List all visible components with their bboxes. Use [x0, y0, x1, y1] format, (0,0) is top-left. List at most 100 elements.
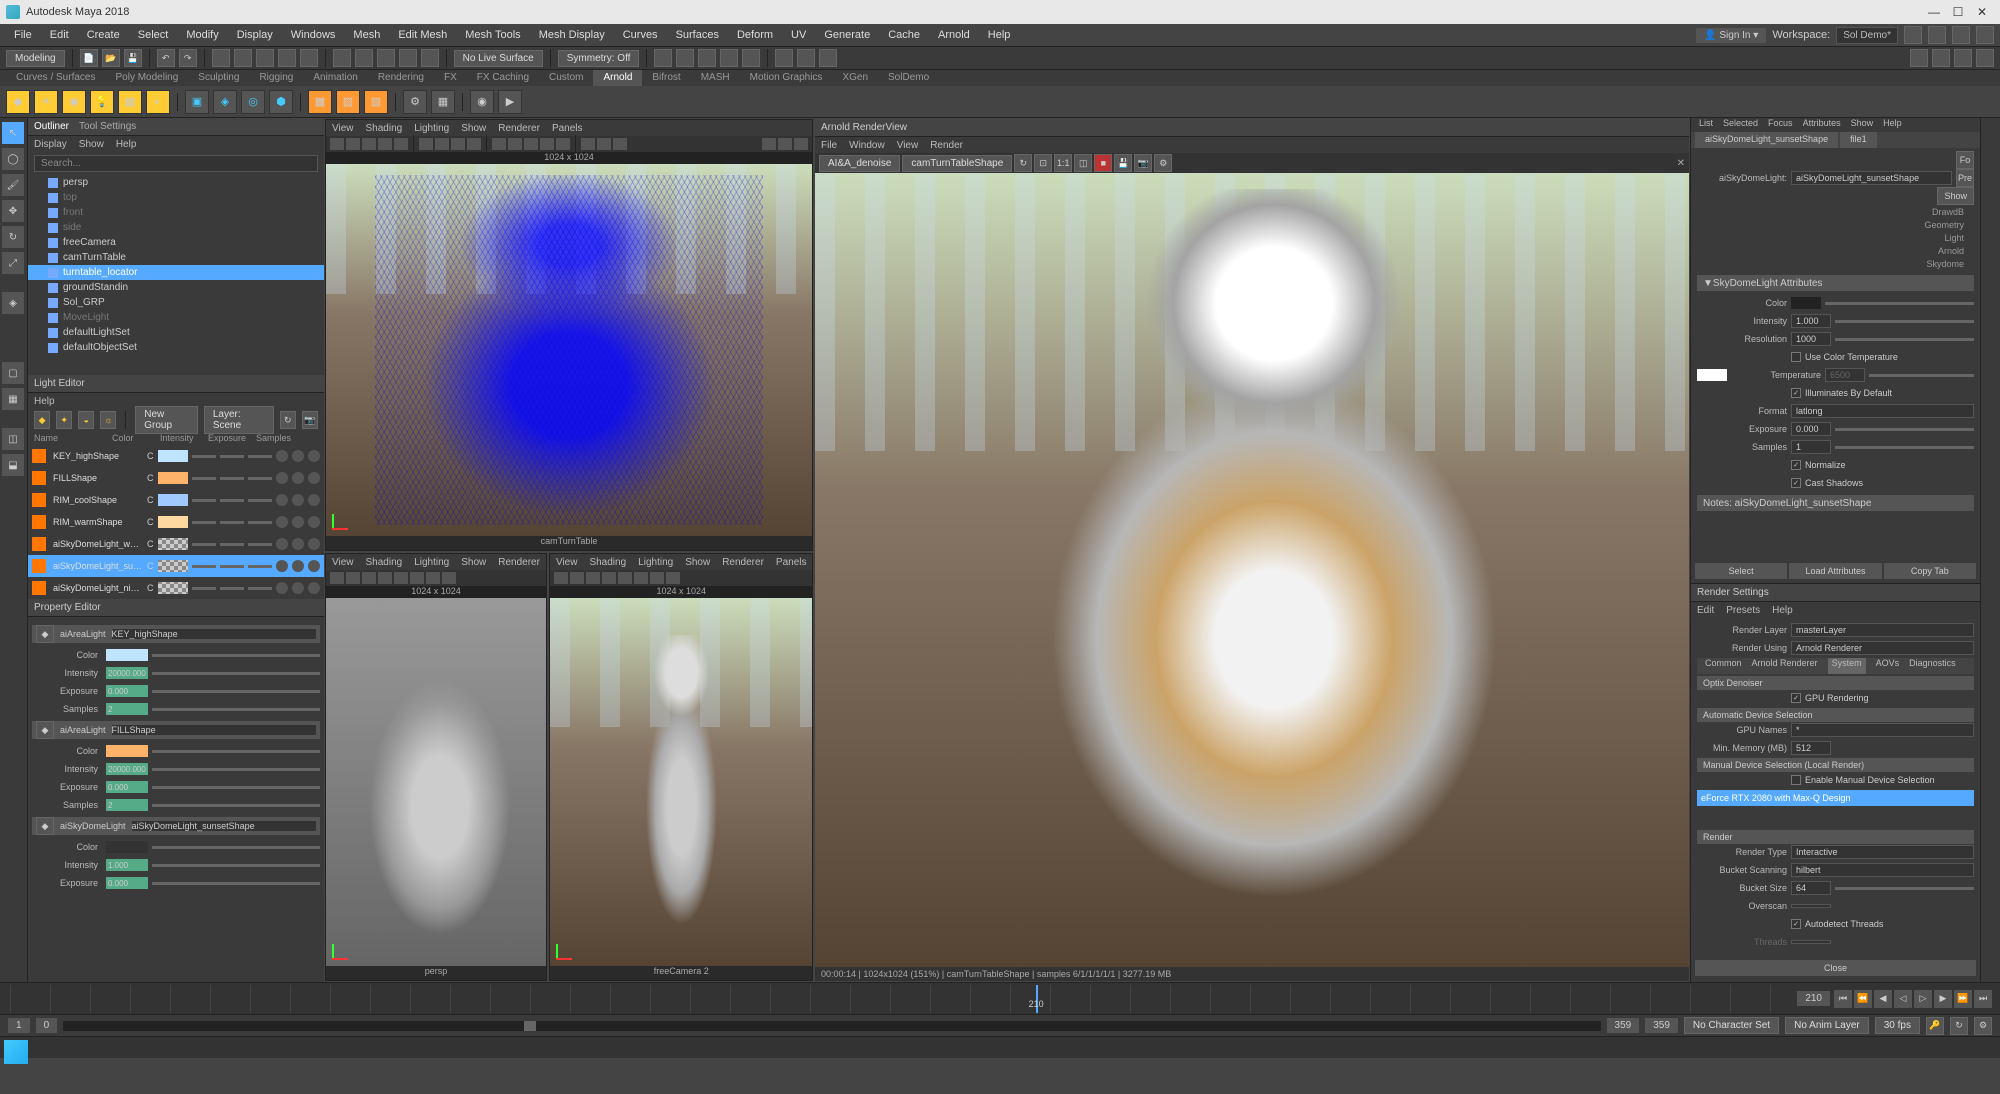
vp-menu-show[interactable]: Show [461, 123, 486, 134]
value-field[interactable]: 0.000 [106, 781, 148, 793]
rv-close-icon[interactable]: ✕ [1677, 158, 1685, 169]
value-field[interactable]: 20000.000 [106, 763, 148, 775]
vp-resolution-gate-icon[interactable] [451, 138, 465, 150]
scale-tool-icon[interactable]: ⤢ [2, 252, 24, 274]
slider-start-field[interactable]: 0 [36, 1018, 58, 1033]
rs-autodetect-threads-checkbox[interactable]: ✓ [1791, 919, 1801, 929]
ae-menu-focus[interactable]: Focus [1768, 118, 1793, 132]
new-spot-light-icon[interactable]: ◒ [78, 411, 94, 429]
outliner-item[interactable]: freeCamera [28, 235, 324, 250]
ae-focus-icon[interactable]: Fo [1956, 151, 1974, 169]
step-back-key-icon[interactable]: ⏪ [1854, 990, 1872, 1008]
rv-menu-view[interactable]: View [897, 140, 919, 151]
attr-checkbox[interactable]: ✓ [1791, 478, 1801, 488]
outliner-item[interactable]: front [28, 205, 324, 220]
rv-zoom-fit-icon[interactable]: ⊡ [1034, 154, 1052, 172]
time-ruler[interactable]: 210 [10, 985, 1779, 1013]
paint-select-tool-icon[interactable]: 🖌 [2, 174, 24, 196]
light-editor-row[interactable]: RIM_warmShapeC [28, 511, 324, 533]
shelf-tab-soldemo[interactable]: SolDemo [878, 70, 939, 86]
menu-surfaces[interactable]: Surfaces [668, 26, 727, 44]
last-tool-icon[interactable]: ◈ [2, 292, 24, 314]
vp-shaded-icon[interactable] [508, 138, 522, 150]
shelf-flush-caches-icon[interactable]: ⬢ [269, 90, 293, 114]
color-swatch[interactable] [106, 649, 148, 661]
outliner-menu-show[interactable]: Show [79, 139, 104, 150]
menu-meshdisplay[interactable]: Mesh Display [531, 26, 613, 44]
range-track[interactable] [63, 1021, 1600, 1031]
new-point-light-icon[interactable]: ✦ [56, 411, 72, 429]
layout-icon-1[interactable] [1904, 26, 1922, 44]
shelf-skydome-light-icon[interactable]: ☀ [34, 90, 58, 114]
render-view-canvas[interactable] [815, 173, 1689, 967]
menu-file[interactable]: File [6, 26, 40, 44]
vp-isolate-icon[interactable] [581, 138, 595, 150]
rv-camera-selector[interactable]: camTurnTableShape [902, 155, 1012, 172]
symmetry-selector[interactable]: Symmetry: Off [558, 50, 640, 67]
vp-menu-shading[interactable]: Shading [366, 123, 403, 134]
ae-show-button[interactable]: Show [1937, 187, 1974, 205]
value-field[interactable]: 20000.000 [106, 667, 148, 679]
light-editor-row[interactable]: KEY_highShapeC [28, 445, 324, 467]
rv-settings-icon[interactable]: ⚙ [1154, 154, 1172, 172]
viewport-bottom-right[interactable]: ViewShadingLightingShowRendererPanels 10… [549, 553, 814, 981]
window-close-button[interactable]: ✕ [1970, 2, 1994, 22]
vp-camera-icon[interactable] [330, 138, 344, 150]
menu-display[interactable]: Display [229, 26, 281, 44]
vp-shadows-icon[interactable] [556, 138, 570, 150]
menu-create[interactable]: Create [79, 26, 128, 44]
rs-tab-system[interactable]: System [1828, 658, 1866, 674]
open-scene-icon[interactable]: 📂 [102, 49, 120, 67]
step-forward-key-icon[interactable]: ⏩ [1954, 990, 1972, 1008]
outliner-item[interactable]: groundStandin [28, 280, 324, 295]
new-directional-light-icon[interactable]: ☼ [100, 411, 116, 429]
vp-textured-icon[interactable] [524, 138, 538, 150]
shelf-light-portal-icon[interactable]: ▦ [118, 90, 142, 114]
tab-outliner[interactable]: Outliner [34, 121, 69, 132]
redo-icon[interactable]: ↷ [179, 49, 197, 67]
rv-menu-file[interactable]: File [821, 140, 837, 151]
shelf-standin-icon[interactable]: ▣ [185, 90, 209, 114]
light-editor-row[interactable]: aiSkyDomeLight_nightShapeC [28, 577, 324, 599]
shelf-tab-custom[interactable]: Custom [539, 70, 593, 86]
value-slider[interactable] [152, 786, 320, 789]
rv-refresh-icon[interactable]: ↻ [1014, 154, 1032, 172]
attr-slider[interactable] [1835, 428, 1974, 431]
rs-menu-presets[interactable]: Presets [1726, 605, 1760, 616]
viewport-bottom-left[interactable]: ViewShadingLightingShowRenderer 1024 x 1… [325, 553, 547, 981]
play-backward-icon[interactable]: ◁ [1894, 990, 1912, 1008]
construction-history-icon[interactable] [654, 49, 672, 67]
light-editor-list[interactable]: KEY_highShapeCFILLShapeCRIM_coolShapeCRI… [28, 445, 324, 599]
outliner-item[interactable]: defaultObjectSet [28, 340, 324, 355]
rs-section-manualdev[interactable]: Manual Device Selection (Local Render) [1697, 758, 1974, 772]
anim-layer-selector[interactable]: No Anim Layer [1785, 1017, 1869, 1034]
rs-menu-help[interactable]: Help [1772, 605, 1793, 616]
vp-ao-icon[interactable] [762, 138, 776, 150]
rv-snapshot-icon[interactable]: 📷 [1134, 154, 1152, 172]
rs-enable-manual-checkbox[interactable] [1791, 775, 1801, 785]
ae-notes[interactable]: Notes: aiSkyDomeLight_sunsetShape [1697, 495, 1974, 511]
menu-mesh[interactable]: Mesh [345, 26, 388, 44]
shelf-mesh-light-icon[interactable]: ◉ [62, 90, 86, 114]
color-swatch[interactable] [106, 745, 148, 757]
menu-curves[interactable]: Curves [615, 26, 666, 44]
vp-menu-panels[interactable]: Panels [552, 123, 583, 134]
ae-menu-show[interactable]: Show [1851, 118, 1874, 132]
ae-select-button[interactable]: Select [1695, 563, 1787, 579]
vp-wireframe-icon[interactable] [492, 138, 506, 150]
rv-save-icon[interactable]: 💾 [1114, 154, 1132, 172]
shelf-volume-icon[interactable]: ◎ [241, 90, 265, 114]
vp-xray-icon[interactable] [597, 138, 611, 150]
rv-aov-selector[interactable]: AI&A_denoise [819, 155, 900, 172]
color-slider[interactable] [152, 846, 320, 849]
attr-value-field[interactable]: 1 [1791, 440, 1831, 454]
command-line[interactable]: MEL [0, 1036, 2000, 1058]
light-editor-row[interactable]: RIM_coolShapeC [28, 489, 324, 511]
vp-film-gate-icon[interactable] [435, 138, 449, 150]
ae-load-attributes-button[interactable]: Load Attributes [1789, 563, 1881, 579]
new-group-button[interactable]: New Group [135, 406, 198, 434]
light-editor-row[interactable]: aiSkyDomeLight_warehouseS…C [28, 533, 324, 555]
ipr-render-icon[interactable] [698, 49, 716, 67]
time-current-field[interactable]: 210 [1797, 991, 1830, 1006]
layout-icon-2[interactable] [1928, 26, 1946, 44]
